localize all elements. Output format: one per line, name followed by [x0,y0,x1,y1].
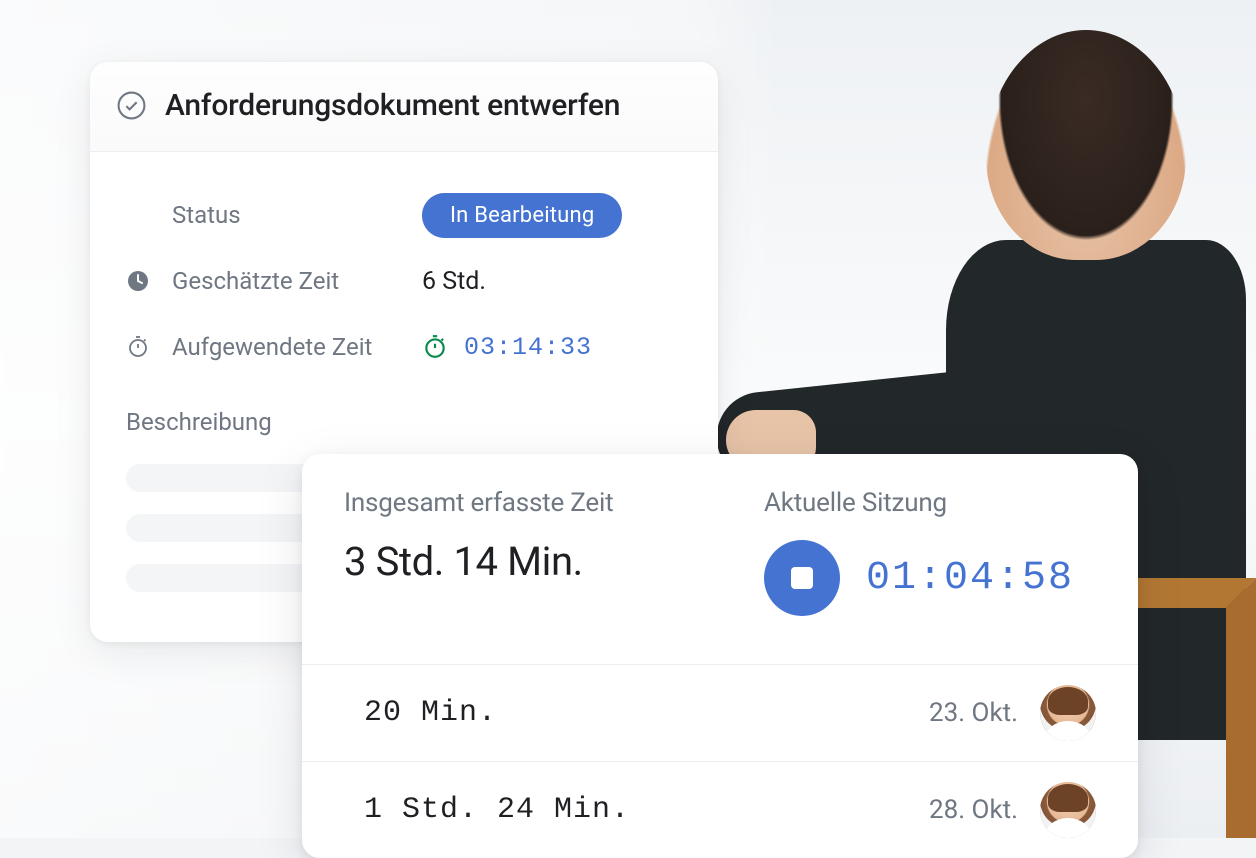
time-entry-row[interactable]: 1 Std. 24 Min. 28. Okt. [302,762,1138,858]
time-entry-duration: 20 Min. [364,696,497,730]
task-header: Anforderungsdokument entwerfen [90,62,718,152]
spent-time-label: Aufgewendete Zeit [172,333,422,361]
status-label: Status [172,201,422,229]
total-tracked-label: Insgesamt erfasste Zeit [344,488,724,518]
avatar [1040,782,1096,838]
current-session-label: Aktuelle Sitzung [764,488,1074,518]
estimated-time-value: 6 Std. [422,267,486,296]
status-badge[interactable]: In Bearbeitung [422,193,622,238]
time-tracking-card: Insgesamt erfasste Zeit 3 Std. 14 Min. A… [302,454,1138,858]
time-entry-date: 28. Okt. [929,795,1018,825]
time-entry-duration: 1 Std. 24 Min. [364,793,630,827]
stop-icon [791,567,813,589]
spent-time-value: 03:14:33 [464,333,592,362]
current-session-value: 01:04:58 [866,556,1074,601]
clock-icon [126,269,150,293]
estimated-time-label: Geschätzte Zeit [172,267,422,295]
time-entry-row[interactable]: 20 Min. 23. Okt. [302,665,1138,762]
spent-time-row: Aufgewendete Zeit 03:14:33 [126,318,682,376]
status-row: Status In Bearbeitung [126,186,682,244]
stop-timer-button[interactable] [764,540,840,616]
estimated-time-row: Geschätzte Zeit 6 Std. [126,252,682,310]
description-label: Beschreibung [126,408,682,436]
total-tracked-value: 3 Std. 14 Min. [344,540,724,584]
avatar [1040,685,1096,741]
time-entry-date: 23. Okt. [929,698,1018,728]
stopwatch-running-icon [422,334,448,360]
stopwatch-icon [126,335,150,359]
task-title: Anforderungsdokument entwerfen [165,88,620,123]
check-circle-icon[interactable] [116,90,147,121]
